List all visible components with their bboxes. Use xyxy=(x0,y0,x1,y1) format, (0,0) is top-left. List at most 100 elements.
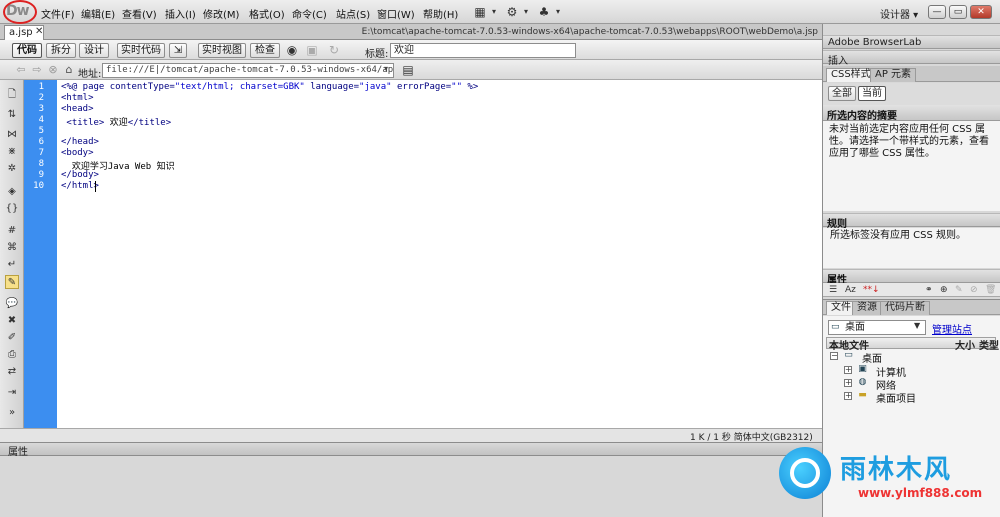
new-rule-icon[interactable]: ⊕ xyxy=(940,285,948,295)
select-parent-tag-icon[interactable]: ◈ xyxy=(5,185,19,199)
more-tools-icon[interactable]: » xyxy=(5,406,19,420)
open-documents-icon[interactable]: 🗋 xyxy=(5,88,19,102)
minimize-button[interactable]: — xyxy=(928,5,946,19)
title-input[interactable]: 欢迎 xyxy=(390,43,576,58)
code-line-4[interactable]: <title> 欢迎</title> xyxy=(61,115,171,128)
mode-current-button[interactable]: 当前 xyxy=(858,86,886,101)
stop-icon[interactable]: ⊗ xyxy=(46,63,60,77)
code-line-6[interactable]: </head> xyxy=(61,137,99,147)
remove-comment-icon[interactable]: ✖ xyxy=(5,314,19,328)
line-number: 2 xyxy=(38,93,44,103)
back-icon[interactable]: ⇦ xyxy=(14,63,28,77)
close-icon[interactable]: ✕ xyxy=(35,26,43,37)
design-view-button[interactable]: 设计 xyxy=(79,43,109,58)
live-view-button[interactable]: 实时视图 xyxy=(198,43,246,58)
code-line-3[interactable]: <head> xyxy=(61,104,94,114)
refresh-icon[interactable]: ↻ xyxy=(326,42,342,58)
wrap-tag-icon[interactable]: ✐ xyxy=(5,331,19,345)
forward-icon[interactable]: ⇨ xyxy=(30,63,44,77)
menu-edit[interactable]: 编辑(E) xyxy=(81,6,115,21)
syntax-coloring-icon[interactable]: ✎ xyxy=(5,275,19,289)
split-view-button[interactable]: 拆分 xyxy=(46,43,76,58)
desktop-icon: ▭ xyxy=(831,322,840,332)
menu-insert[interactable]: 插入(I) xyxy=(165,6,196,21)
globe-icon[interactable]: ◉ xyxy=(284,42,300,58)
restore-button[interactable]: ▭ xyxy=(949,5,967,19)
site-dropdown-icon[interactable]: ▾ xyxy=(550,4,566,20)
line-number: 8 xyxy=(38,159,44,169)
set-properties-icon[interactable]: **↓ xyxy=(863,285,880,295)
balance-braces-icon[interactable]: {} xyxy=(5,202,19,216)
rules-header-bar xyxy=(823,213,1000,227)
tab-css-styles[interactable]: CSS样式 xyxy=(826,68,876,82)
tab-snippets[interactable]: 代码片断 xyxy=(880,301,930,315)
menu-file[interactable]: 文件(F) xyxy=(41,6,75,21)
edit-rule-icon[interactable]: ✎ xyxy=(955,285,963,295)
inspect-code-icon[interactable]: ⇲ xyxy=(169,43,187,58)
properties-panel xyxy=(0,456,822,517)
gear-dropdown-icon[interactable]: ▾ xyxy=(518,4,534,20)
mode-all-button[interactable]: 全部 xyxy=(828,86,856,101)
expand-icon[interactable]: + xyxy=(844,392,852,400)
col-type[interactable]: 类型 xyxy=(979,337,999,352)
tree-item-desktop[interactable]: 桌面 xyxy=(862,350,882,365)
expand-icon[interactable]: + xyxy=(844,366,852,374)
browserlab-panel-header[interactable]: Adobe BrowserLab xyxy=(823,35,1000,49)
menu-format[interactable]: 格式(O) xyxy=(249,6,285,21)
tab-assets[interactable]: 资源 xyxy=(852,301,882,315)
properties-panel-header[interactable] xyxy=(0,442,822,456)
address-dropdown-icon[interactable]: ▾ xyxy=(384,64,388,73)
apply-comment-icon[interactable]: 💬 xyxy=(5,297,19,311)
disable-rule-icon[interactable]: ⊘ xyxy=(970,285,978,295)
site-select[interactable]: 桌面 xyxy=(828,320,926,335)
insert-panel-header[interactable]: 插入 xyxy=(823,50,1000,67)
tab-ap-elements[interactable]: AP 元素 xyxy=(870,68,917,82)
sort-az-icon[interactable]: Az xyxy=(845,285,856,295)
address-options-icon[interactable]: ▤ xyxy=(400,62,416,78)
manage-site-link[interactable]: 管理站点 xyxy=(932,321,972,336)
code-line-2[interactable]: <html> xyxy=(61,93,94,103)
chevron-down-icon[interactable]: ▼ xyxy=(914,321,920,330)
line-numbers-icon[interactable]: # xyxy=(5,224,19,238)
delete-rule-icon[interactable]: 🗑 xyxy=(985,285,996,295)
highlight-invalid-icon[interactable]: ⌘ xyxy=(5,241,19,255)
word-wrap-icon[interactable]: ↵ xyxy=(5,258,19,272)
attach-style-icon[interactable]: ⚭ xyxy=(925,285,933,295)
menu-commands[interactable]: 命令(C) xyxy=(292,6,327,21)
workspace-switcher[interactable]: 设计器 ▾ xyxy=(880,6,918,21)
expand-icon[interactable]: + xyxy=(844,379,852,387)
menu-help[interactable]: 帮助(H) xyxy=(423,6,458,21)
summary-title: 所选内容的摘要 xyxy=(827,111,897,122)
indent-icon[interactable]: ⇥ xyxy=(5,386,19,400)
menu-window[interactable]: 窗口(W) xyxy=(377,6,415,21)
menu-modify[interactable]: 修改(M) xyxy=(203,6,239,21)
category-view-icon[interactable]: ☰ xyxy=(829,285,837,295)
code-line-9[interactable]: </body> xyxy=(61,170,99,180)
live-code-button[interactable]: 实时代码 xyxy=(117,43,165,58)
watermark-brand: 雨林木风 xyxy=(840,455,953,485)
code-line-1[interactable]: <%@ page contentType="text/html; charset… xyxy=(61,82,478,92)
close-window-button[interactable]: ✕ xyxy=(970,5,992,19)
collapse-icon[interactable]: − xyxy=(830,352,838,360)
multiscreen-icon[interactable]: ▣ xyxy=(304,42,320,58)
inspect-button[interactable]: 检查 xyxy=(250,43,280,58)
recent-snippets-icon[interactable]: ⎙ xyxy=(5,348,19,362)
address-input[interactable]: file:///E|/tomcat/apache-tomcat-7.0.53-w… xyxy=(102,63,394,78)
menu-view[interactable]: 查看(V) xyxy=(122,6,157,21)
expand-all-icon[interactable]: ✲ xyxy=(5,162,19,176)
show-code-navigator-icon[interactable]: ⇅ xyxy=(5,108,19,122)
title-label: 标题: xyxy=(365,49,389,60)
col-size[interactable]: 大小 xyxy=(955,337,975,352)
code-line-10[interactable]: </html> xyxy=(61,181,99,191)
move-css-icon[interactable]: ⇄ xyxy=(5,365,19,379)
code-line-7[interactable]: <body> xyxy=(61,148,94,158)
tree-item-desktop-items[interactable]: 桌面项目 xyxy=(876,390,916,405)
line-number: 6 xyxy=(38,137,44,147)
home-icon[interactable]: ⌂ xyxy=(62,63,76,77)
code-editor[interactable] xyxy=(57,80,822,428)
collapse-tag-icon[interactable]: ⋈ xyxy=(5,128,19,142)
collapse-selection-icon[interactable]: ⋇ xyxy=(5,145,19,159)
layout-dropdown-icon[interactable]: ▾ xyxy=(486,4,502,20)
code-view-button[interactable]: 代码 xyxy=(12,43,42,58)
menu-site[interactable]: 站点(S) xyxy=(336,6,370,21)
